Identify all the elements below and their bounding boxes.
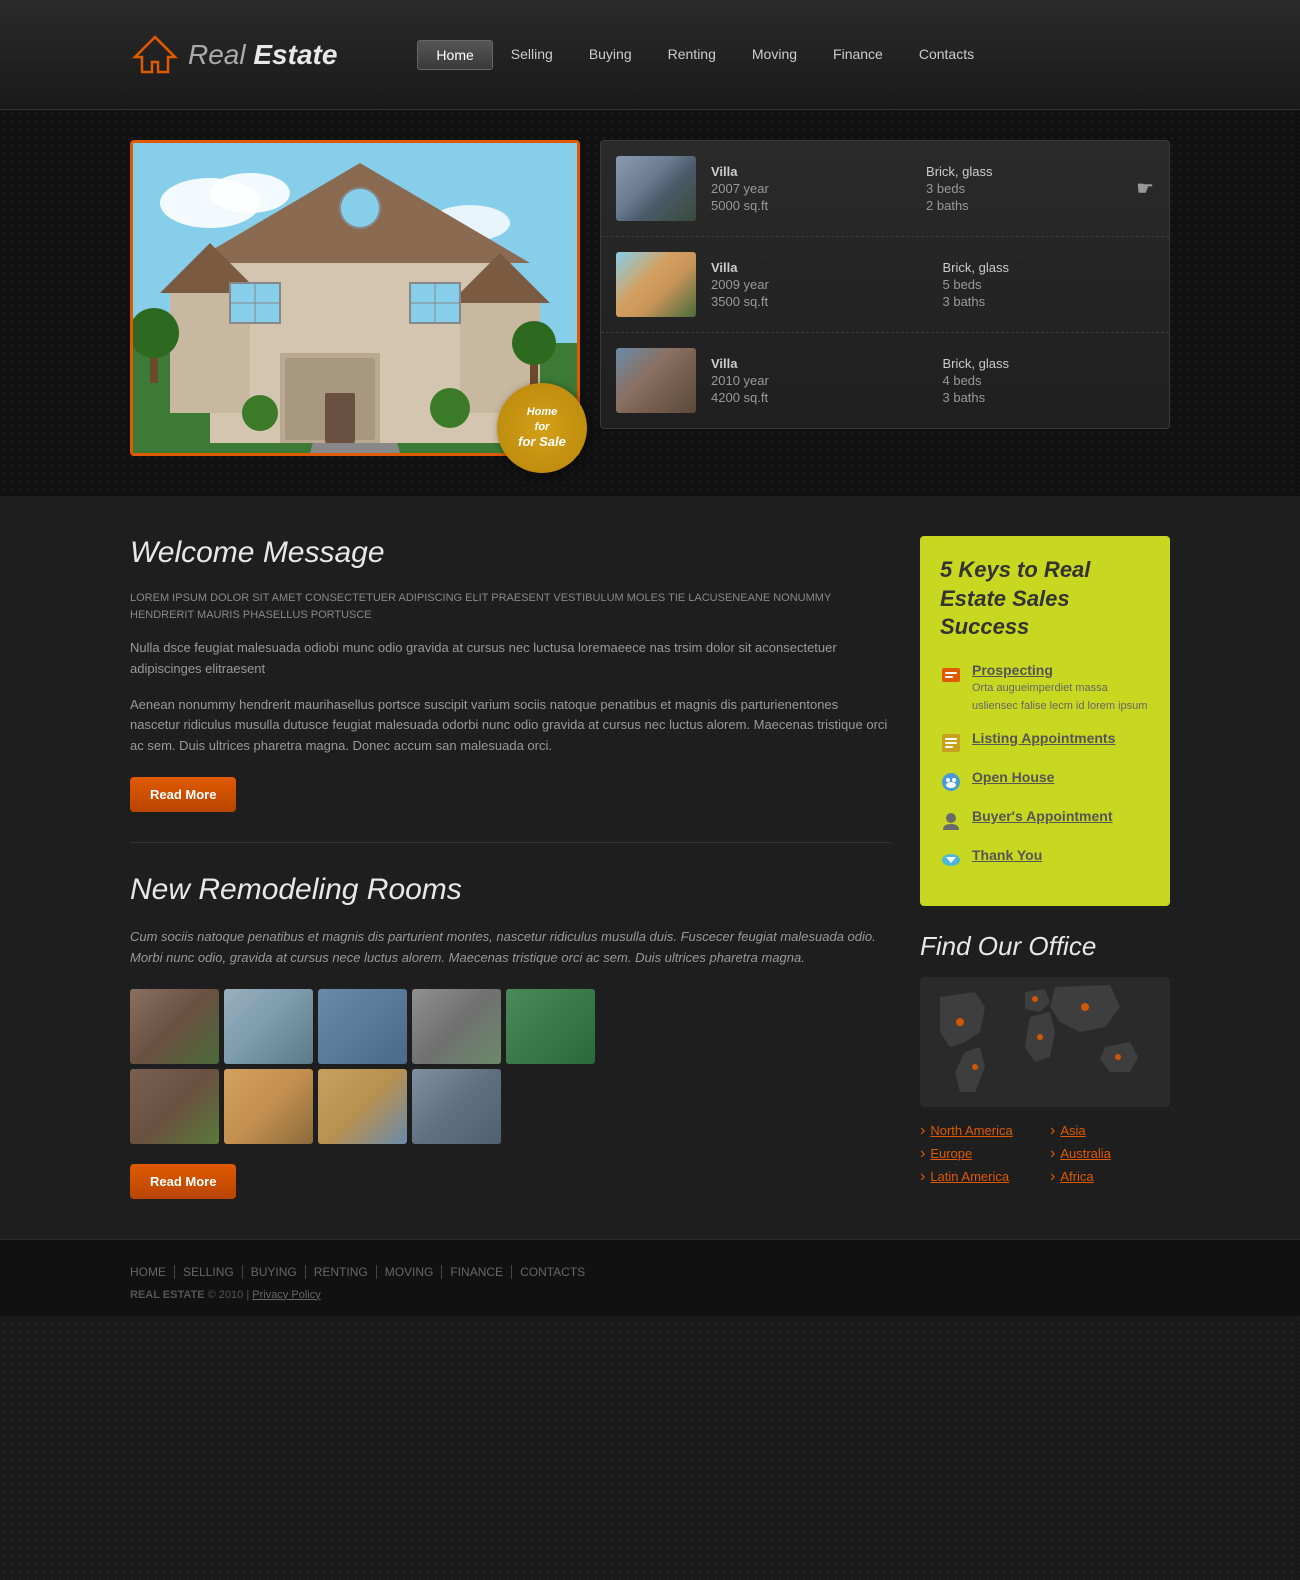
welcome-lead: LOREM IPSUM DOLOR SIT AMET CONSECTETUER …: [130, 590, 890, 623]
footer-nav: HOME SELLING BUYING RENTING MOVING FINAN…: [130, 1265, 1170, 1279]
photo-thumb-3[interactable]: [318, 989, 407, 1064]
photo-thumb-6[interactable]: [130, 1069, 219, 1144]
photo-thumb-7[interactable]: [224, 1069, 313, 1144]
region-asia: › Asia: [1050, 1122, 1170, 1140]
photo-grid-row1: [130, 989, 890, 1064]
region-europe: › Europe: [920, 1145, 1040, 1163]
nav-finance[interactable]: Finance: [815, 40, 901, 70]
footer-buying[interactable]: BUYING: [243, 1265, 306, 1279]
prospecting-desc: Orta augueimperdiet massa usliensec fali…: [972, 682, 1147, 712]
photo-thumb-1[interactable]: [130, 989, 219, 1064]
footer-renting[interactable]: RENTING: [306, 1265, 377, 1279]
australia-link[interactable]: Australia: [1060, 1146, 1111, 1161]
keys-item-buyer: Buyer's Appointment: [940, 808, 1150, 832]
region-latin-america: › Latin America: [920, 1168, 1040, 1186]
footer-moving[interactable]: MOVING: [377, 1265, 443, 1279]
prospecting-link[interactable]: Prospecting: [972, 662, 1150, 678]
nav-selling[interactable]: Selling: [493, 40, 571, 70]
office-title: Find Our Office: [920, 931, 1170, 962]
footer-selling[interactable]: SELLING: [175, 1265, 243, 1279]
right-column: 5 Keys to Real Estate Sales Success Pros…: [920, 536, 1170, 1199]
keys-item-openhouse: Open House: [940, 769, 1150, 793]
nav-contacts[interactable]: Contacts: [901, 40, 992, 70]
welcome-body1: Nulla dsce feugiat malesuada odiobi munc…: [130, 638, 890, 680]
logo: Real Estate: [130, 32, 337, 77]
buyer-icon: [940, 810, 962, 832]
keys-item-prospecting: Prospecting Orta augueimperdiet massa us…: [940, 662, 1150, 715]
listing-thumbnail-2: [616, 252, 696, 317]
openhouse-icon: [940, 771, 962, 793]
photo-thumb-2[interactable]: [224, 989, 313, 1064]
thankyou-icon: [940, 849, 962, 871]
hero-section: Home for for Sale Villa Brick, glass 200…: [0, 110, 1300, 496]
europe-link[interactable]: Europe: [930, 1146, 972, 1161]
cursor-icon: ☛: [1136, 176, 1154, 201]
buyer-link[interactable]: Buyer's Appointment: [972, 808, 1113, 824]
keys-item-thankyou: Thank You: [940, 847, 1150, 871]
photo-thumb-8[interactable]: [318, 1069, 407, 1144]
region-africa: › Africa: [1050, 1168, 1170, 1186]
listing-details-3: Villa Brick, glass 2010 year 4 beds 4200…: [711, 356, 1154, 405]
openhouse-link[interactable]: Open House: [972, 769, 1054, 785]
region-australia: › Australia: [1050, 1145, 1170, 1163]
listing-item[interactable]: Villa Brick, glass 2010 year 4 beds 4200…: [601, 333, 1169, 428]
footer-contacts[interactable]: CONTACTS: [512, 1265, 593, 1279]
welcome-read-more-button[interactable]: Read More: [130, 777, 236, 812]
privacy-policy-link[interactable]: Privacy Policy: [252, 1289, 320, 1301]
footer: HOME SELLING BUYING RENTING MOVING FINAN…: [0, 1239, 1300, 1316]
nav-buying[interactable]: Buying: [571, 40, 650, 70]
keys-item-listing: Listing Appointments: [940, 730, 1150, 754]
header: Real Estate Home Selling Buying Renting …: [0, 0, 1300, 110]
section-divider: [130, 842, 890, 843]
remodeling-title: New Remodeling Rooms: [130, 873, 890, 907]
world-map-svg: [920, 977, 1170, 1107]
sale-badge: Home for for Sale: [497, 383, 587, 473]
welcome-body2: Aenean nonummy hendrerit maurihasellus p…: [130, 695, 890, 757]
listing-thumbnail-3: [616, 348, 696, 413]
listing-thumbnail-1: [616, 156, 696, 221]
remodeling-lead: Cum sociis natoque penatibus et magnis d…: [130, 927, 890, 969]
region-north-america: › North America: [920, 1122, 1040, 1140]
keys-box: 5 Keys to Real Estate Sales Success Pros…: [920, 536, 1170, 906]
listings-panel: Villa Brick, glass 2007 year 3 beds 5000…: [600, 140, 1170, 429]
main-content: Welcome Message LOREM IPSUM DOLOR SIT AM…: [0, 496, 1300, 1239]
listing-link[interactable]: Listing Appointments: [972, 730, 1115, 746]
nav-moving[interactable]: Moving: [734, 40, 815, 70]
logo-text: Real Estate: [188, 39, 337, 71]
left-column: Welcome Message LOREM IPSUM DOLOR SIT AM…: [130, 536, 890, 1199]
asia-link[interactable]: Asia: [1060, 1123, 1085, 1138]
nav-home[interactable]: Home: [417, 40, 492, 70]
latin-america-link[interactable]: Latin America: [930, 1169, 1009, 1184]
photo-thumb-4[interactable]: [412, 989, 501, 1064]
thankyou-link[interactable]: Thank You: [972, 847, 1042, 863]
listing-icon: [940, 732, 962, 754]
footer-home[interactable]: HOME: [130, 1265, 175, 1279]
photo-thumb-9[interactable]: [412, 1069, 501, 1144]
world-map: [920, 977, 1170, 1107]
listing-details-1: Villa Brick, glass 2007 year 3 beds 5000…: [711, 164, 1121, 213]
prospecting-icon: [940, 664, 962, 686]
north-america-link[interactable]: North America: [930, 1123, 1012, 1138]
hero-image-wrapper: Home for for Sale: [130, 140, 580, 456]
listing-details-2: Villa Brick, glass 2009 year 5 beds 3500…: [711, 260, 1154, 309]
keys-title: 5 Keys to Real Estate Sales Success: [940, 556, 1150, 642]
photo-thumb-5[interactable]: [506, 989, 595, 1064]
photo-grid-row2: [130, 1069, 890, 1144]
listing-item[interactable]: Villa Brick, glass 2009 year 5 beds 3500…: [601, 237, 1169, 333]
office-regions: › North America › Asia › Europe › Austra…: [920, 1122, 1170, 1186]
footer-copyright: REAL ESTATE © 2010 | Privacy Policy: [130, 1289, 1170, 1301]
remodeling-read-more-button[interactable]: Read More: [130, 1164, 236, 1199]
logo-icon: [130, 32, 180, 77]
listing-item[interactable]: Villa Brick, glass 2007 year 3 beds 5000…: [601, 141, 1169, 237]
main-nav: Home Selling Buying Renting Moving Finan…: [417, 40, 992, 70]
nav-renting[interactable]: Renting: [650, 40, 734, 70]
footer-finance[interactable]: FINANCE: [442, 1265, 512, 1279]
welcome-title: Welcome Message: [130, 536, 890, 570]
africa-link[interactable]: Africa: [1060, 1169, 1093, 1184]
